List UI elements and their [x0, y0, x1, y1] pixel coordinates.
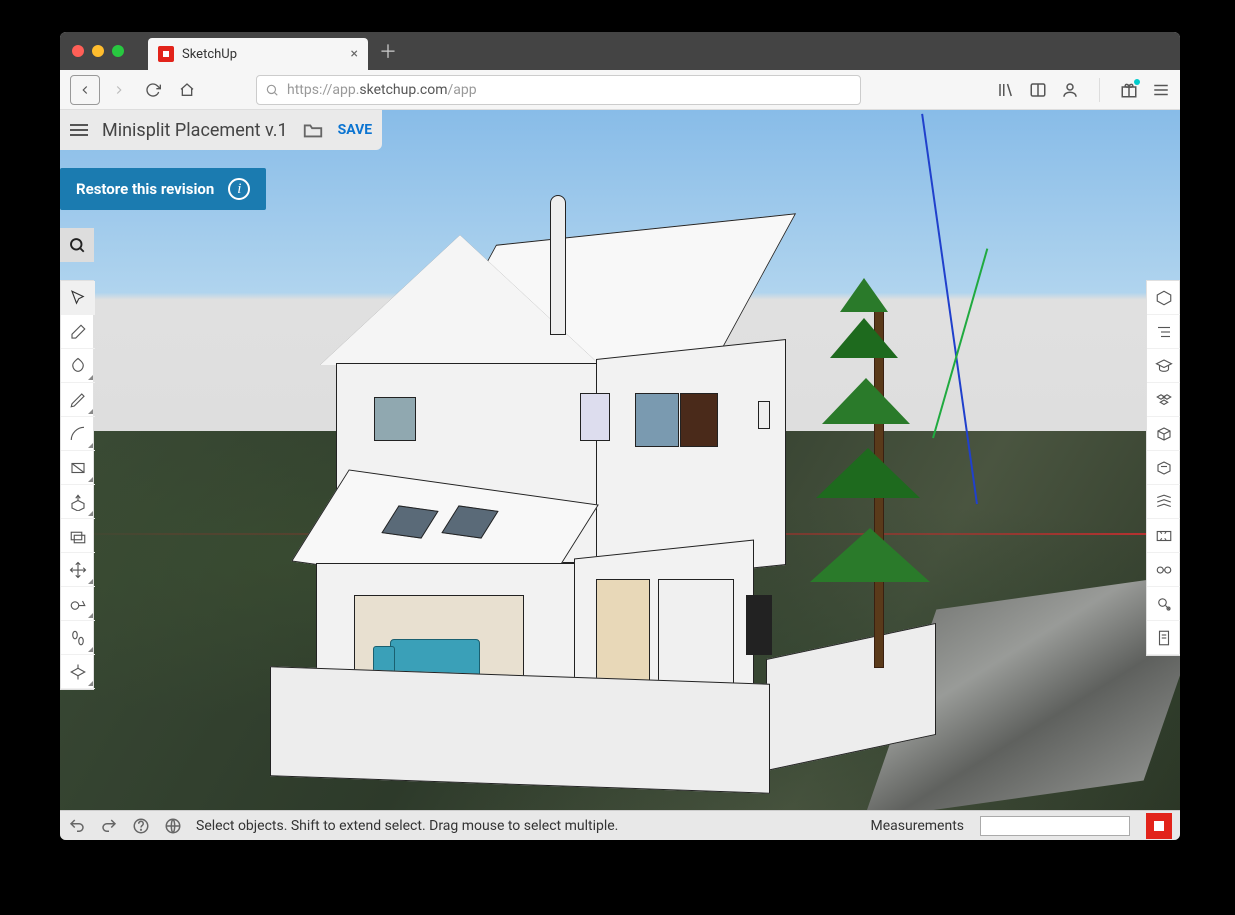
tool-rectangle[interactable] — [61, 451, 95, 485]
panel-components[interactable] — [1147, 383, 1180, 417]
panel-scenes[interactable] — [1147, 519, 1180, 553]
panel-outliner[interactable] — [1147, 315, 1180, 349]
undo-button[interactable] — [68, 817, 90, 835]
tool-move[interactable] — [61, 553, 95, 587]
shutter — [680, 393, 718, 447]
browser-tab[interactable]: SketchUp × — [148, 38, 368, 70]
window — [758, 401, 770, 429]
tool-eraser[interactable] — [61, 315, 95, 349]
model-tree — [810, 268, 950, 668]
model-house — [280, 205, 800, 765]
folder-icon[interactable] — [302, 119, 324, 141]
measurements-label: Measurements — [871, 818, 964, 834]
tab-favicon — [158, 46, 174, 62]
tool-section[interactable] — [61, 655, 95, 689]
restore-revision-label: Restore this revision — [76, 180, 214, 198]
measurements-input[interactable] — [980, 816, 1130, 836]
panel-shadows[interactable] — [1147, 587, 1180, 621]
browser-toolbar: https://app.sketchup.com/app — [60, 70, 1180, 110]
menu-button[interactable] — [70, 124, 88, 136]
hvac-unit — [746, 595, 772, 655]
geo-location-button[interactable] — [164, 817, 186, 835]
tab-strip: SketchUp × ＋ — [60, 32, 1180, 70]
reader-icon[interactable] — [1029, 81, 1047, 99]
menu-icon[interactable] — [1152, 81, 1170, 99]
panel-styles[interactable] — [1147, 451, 1180, 485]
tool-arc[interactable] — [61, 417, 95, 451]
tool-tape[interactable] — [61, 587, 95, 621]
sketchup-logo-icon[interactable] — [1146, 813, 1172, 839]
panel-instructor[interactable] — [1147, 349, 1180, 383]
sketchup-app: Minisplit Placement v.1 SAVE Restore thi… — [60, 110, 1180, 840]
new-tab-button[interactable]: ＋ — [374, 37, 402, 65]
whatsnew-icon[interactable] — [1120, 81, 1138, 99]
tool-offset[interactable] — [61, 519, 95, 553]
home-button[interactable] — [172, 75, 202, 105]
address-bar[interactable]: https://app.sketchup.com/app — [256, 75, 861, 105]
viewport-3d[interactable] — [60, 110, 1180, 840]
window — [580, 393, 610, 441]
back-button[interactable] — [70, 75, 100, 105]
document-title: Minisplit Placement v.1 — [102, 120, 288, 141]
search-button[interactable] — [60, 228, 94, 262]
status-bar: Select objects. Shift to extend select. … — [60, 810, 1180, 840]
reload-button[interactable] — [138, 75, 168, 105]
tool-walk[interactable] — [61, 621, 95, 655]
info-icon[interactable]: i — [228, 178, 250, 200]
chimney — [550, 195, 566, 335]
right-toolbar — [1146, 280, 1180, 656]
help-button[interactable] — [132, 817, 154, 835]
close-window-button[interactable] — [72, 45, 84, 57]
close-tab-icon[interactable]: × — [351, 46, 358, 62]
panel-display[interactable] — [1147, 553, 1180, 587]
tool-pencil[interactable] — [61, 383, 95, 417]
library-icon[interactable] — [997, 81, 1015, 99]
window — [635, 393, 679, 447]
panel-entity-info[interactable] — [1147, 281, 1180, 315]
panel-model-info[interactable] — [1147, 621, 1180, 655]
tab-title: SketchUp — [182, 47, 237, 62]
search-icon — [265, 83, 279, 97]
tool-pushpull[interactable] — [61, 485, 95, 519]
tool-paint[interactable] — [61, 349, 95, 383]
maximize-window-button[interactable] — [112, 45, 124, 57]
account-icon[interactable] — [1061, 81, 1079, 99]
forward-button[interactable] — [104, 75, 134, 105]
browser-window: SketchUp × ＋ https://app.sketchup.com/ap… — [60, 32, 1180, 840]
document-header: Minisplit Placement v.1 SAVE — [60, 110, 382, 150]
panel-tags[interactable] — [1147, 485, 1180, 519]
redo-button[interactable] — [100, 817, 122, 835]
left-toolbar — [60, 280, 94, 690]
browser-toolbar-icons — [997, 78, 1170, 102]
window-controls — [72, 45, 124, 57]
panel-materials[interactable] — [1147, 417, 1180, 451]
minimize-window-button[interactable] — [92, 45, 104, 57]
fence-wall — [270, 666, 770, 793]
status-hint: Select objects. Shift to extend select. … — [196, 818, 618, 834]
save-button[interactable]: SAVE — [338, 122, 373, 138]
url-text: https://app.sketchup.com/app — [287, 82, 477, 98]
restore-revision-banner[interactable]: Restore this revision i — [60, 168, 266, 210]
tool-select[interactable] — [61, 281, 95, 315]
window — [374, 397, 416, 441]
